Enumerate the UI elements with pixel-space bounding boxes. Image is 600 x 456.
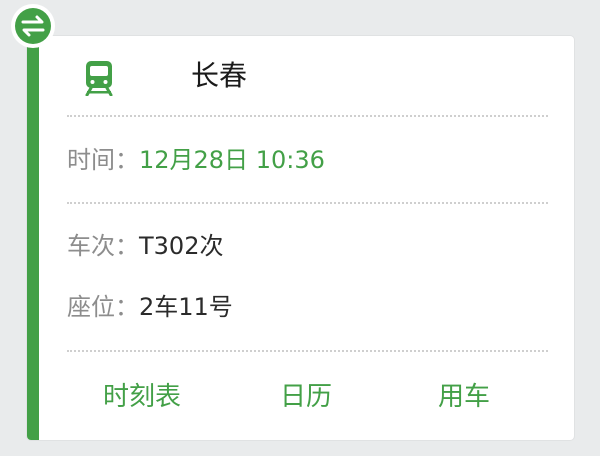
car-button[interactable]: 用车 [438, 372, 490, 422]
action-bar: 时刻表 日历 用车 [27, 372, 574, 422]
seat-label: 座位： [67, 293, 139, 321]
divider [67, 202, 548, 204]
train-number-label: 车次： [67, 232, 139, 260]
divider [67, 350, 548, 352]
trip-card: 长春 时间：12月28日 10:36 车次：T302次 座位：2车11号 时刻表… [27, 36, 574, 440]
time-value: 12月28日 10:36 [139, 146, 325, 174]
calendar-button[interactable]: 日历 [280, 372, 332, 422]
time-label: 时间： [67, 146, 139, 174]
destination-city: 长春 [191, 59, 248, 92]
card-header: 长春 [67, 36, 574, 116]
train-number-value: T302次 [139, 232, 224, 260]
seat-row: 座位：2车11号 [67, 290, 233, 324]
swap-arrows-icon [21, 15, 45, 37]
swap-badge[interactable] [11, 4, 55, 48]
train-icon [85, 61, 113, 96]
seat-value: 2车11号 [139, 293, 233, 321]
train-number-row: 车次：T302次 [67, 229, 223, 263]
divider [67, 115, 548, 117]
time-row: 时间：12月28日 10:36 [67, 143, 325, 177]
timetable-button[interactable]: 时刻表 [103, 372, 181, 422]
